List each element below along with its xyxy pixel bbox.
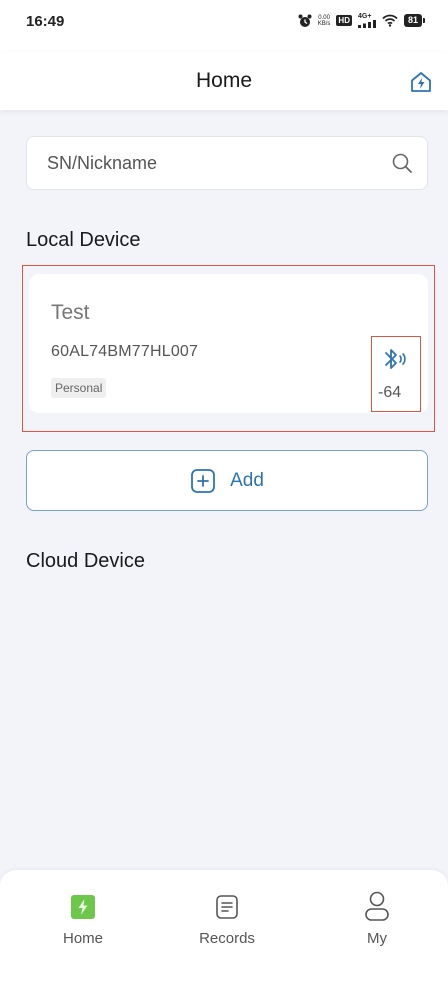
records-icon bbox=[212, 890, 242, 924]
device-serial: 60AL74BM77HL007 bbox=[51, 343, 199, 360]
add-device-button[interactable]: Add bbox=[26, 450, 428, 511]
plus-square-icon bbox=[190, 468, 216, 494]
search-input[interactable] bbox=[47, 152, 391, 174]
tab-my[interactable]: My bbox=[322, 890, 432, 970]
add-button-label: Add bbox=[230, 469, 264, 491]
cell-signal-icon bbox=[357, 20, 376, 28]
tab-records-label: Records bbox=[199, 930, 255, 947]
wifi-icon bbox=[382, 14, 398, 27]
home-bolt-icon bbox=[68, 890, 98, 924]
bottom-tab-bar: Home Records My bbox=[0, 870, 448, 982]
search-bar bbox=[26, 136, 428, 190]
cloud-device-title: Cloud Device bbox=[26, 550, 145, 572]
rssi-value: -64 bbox=[378, 384, 402, 401]
tab-home-label: Home bbox=[62, 930, 103, 947]
alarm-icon bbox=[298, 14, 312, 28]
page-title: Home bbox=[195, 69, 253, 92]
signal-highlight: -64 bbox=[371, 336, 421, 412]
tab-my-label: My bbox=[367, 930, 387, 947]
cell-signal: 4G+ bbox=[357, 13, 376, 28]
device-card-highlight: Test 60AL74BM77HL007 Personal -64 bbox=[22, 265, 435, 432]
device-card[interactable]: Test 60AL74BM77HL007 Personal -64 bbox=[29, 274, 428, 413]
status-time: 16:49 bbox=[26, 13, 65, 30]
status-bar: 16:49 0.00 KB/s HD 4G+ 81 bbox=[0, 0, 448, 52]
signal-label: 4G+ bbox=[357, 13, 372, 20]
device-name: Test bbox=[51, 301, 90, 324]
header-bar: Home bbox=[0, 52, 448, 110]
device-tag: Personal bbox=[51, 378, 107, 398]
bluetooth-icon bbox=[385, 349, 406, 369]
person-icon bbox=[362, 890, 392, 924]
bolt-home-icon[interactable] bbox=[408, 69, 434, 95]
net-speed-unit: KB/s bbox=[317, 20, 331, 27]
search-icon[interactable] bbox=[391, 152, 413, 174]
tab-records[interactable]: Records bbox=[172, 890, 282, 970]
status-icons: 0.00 KB/s HD 4G+ 81 bbox=[298, 13, 426, 28]
net-speed: 0.00 KB/s bbox=[318, 15, 331, 27]
hd-badge: HD bbox=[336, 15, 352, 26]
local-device-title: Local Device bbox=[26, 229, 141, 251]
tab-home[interactable]: Home bbox=[28, 890, 138, 970]
battery-indicator: 81 bbox=[403, 14, 426, 27]
